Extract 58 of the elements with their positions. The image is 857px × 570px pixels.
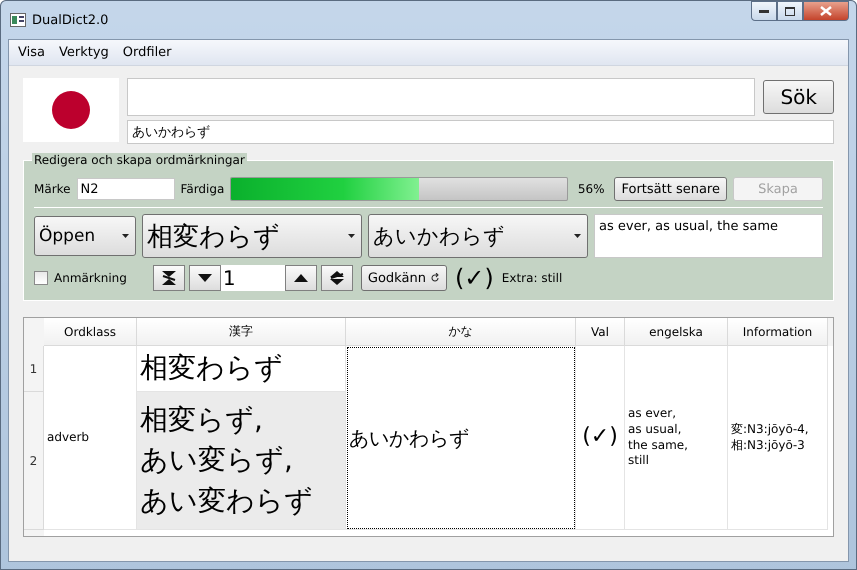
up-triangle-icon — [294, 274, 308, 282]
marker-label: Märke — [34, 182, 71, 196]
flag-icon — [23, 78, 119, 142]
menu-item[interactable]: Visa — [13, 43, 50, 62]
app-icon — [10, 13, 26, 27]
kanji-cell: 相変らず, あい変らず, あい変わらず — [137, 392, 346, 530]
maximize-icon — [785, 6, 795, 16]
progress-label: Färdiga — [180, 182, 224, 196]
dropdown-arrow-icon — [122, 234, 129, 238]
refresh-icon — [430, 273, 440, 283]
percent-label: 56% — [578, 182, 604, 196]
extra-label: Extra: still — [502, 271, 562, 285]
kanji-cell: 相変わらず — [137, 346, 346, 392]
increment-button[interactable] — [284, 265, 317, 291]
column-header[interactable]: かな — [346, 318, 576, 346]
expand-button[interactable] — [320, 265, 353, 291]
table-cell: 変:N3:jōyō-4, 相:N3:jōyō-3 — [728, 346, 828, 530]
search-field[interactable] — [127, 78, 756, 116]
checkbox-label: Anmärkning — [54, 271, 127, 285]
table-cell: adverb — [44, 346, 137, 530]
search-button[interactable]: Sök — [763, 80, 834, 114]
window-title: DualDict2.0 — [32, 12, 108, 28]
action-button[interactable]: Fortsätt senare — [614, 177, 727, 201]
approve-button[interactable]: Godkänn — [360, 265, 447, 291]
menu-item[interactable]: Verktyg — [54, 43, 114, 62]
approved-mark: (✓) — [454, 264, 494, 292]
marker-field[interactable]: N2 — [76, 178, 175, 200]
column-header[interactable]: 漢字 — [137, 318, 346, 346]
number-field[interactable]: 1 — [220, 265, 285, 291]
dropdown[interactable]: Öppen — [34, 216, 136, 256]
maximize-button[interactable] — [777, 1, 803, 21]
dropdown-arrow-icon — [348, 234, 355, 238]
dropdown[interactable]: 相変わらず — [142, 214, 362, 258]
row-header[interactable]: 2 — [24, 392, 44, 530]
collapse-icon — [160, 269, 178, 287]
reading-field[interactable]: あいかわらず — [127, 120, 834, 144]
column-header[interactable]: Information — [728, 318, 828, 346]
menu-item[interactable]: Ordfiler — [118, 43, 177, 62]
expand-icon — [328, 269, 346, 287]
table-cell: as ever, as usual, the same, still — [625, 346, 728, 530]
column-header[interactable]: Val — [576, 318, 625, 346]
column-header[interactable]: engelska — [625, 318, 728, 346]
dropdown[interactable]: あいかわらず — [368, 214, 588, 258]
decrement-button[interactable] — [188, 265, 221, 291]
minimize-icon — [759, 10, 769, 12]
dropdown-arrow-icon — [574, 234, 581, 238]
remark-checkbox[interactable] — [34, 271, 48, 285]
minimize-button[interactable] — [751, 1, 777, 21]
close-icon — [820, 6, 832, 16]
collapse-button[interactable] — [152, 265, 185, 291]
kana-cell: あいかわらず — [346, 346, 576, 530]
row-header[interactable]: 1 — [24, 346, 44, 392]
down-triangle-icon — [198, 274, 212, 282]
table-cell: (✓) — [576, 346, 625, 530]
column-header[interactable]: Ordklass — [44, 318, 137, 346]
close-button[interactable] — [803, 1, 849, 21]
group-title: Redigera och skapa ordmärkningar — [32, 153, 247, 167]
meaning-field[interactable]: as ever, as usual, the same — [594, 214, 823, 258]
